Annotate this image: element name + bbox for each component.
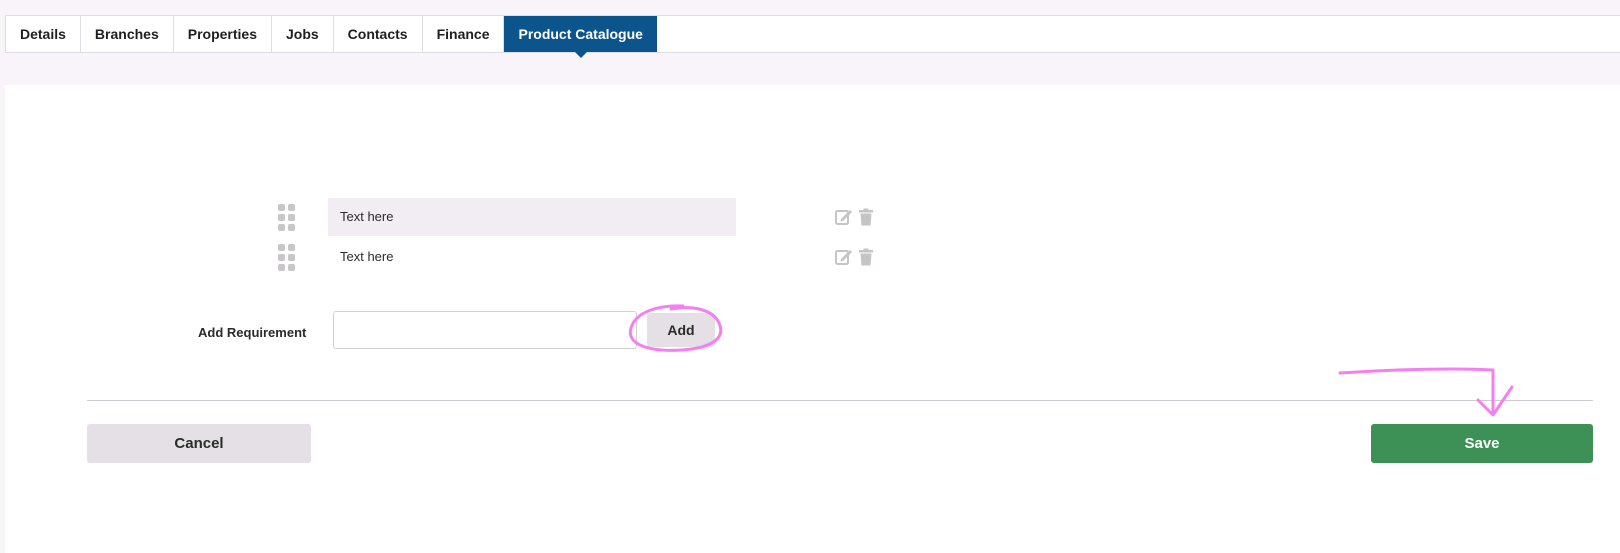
edit-icon[interactable]	[835, 248, 853, 266]
trash-icon[interactable]	[857, 208, 875, 226]
tab-label: Properties	[187, 26, 257, 42]
add-requirement-input[interactable]	[333, 311, 637, 349]
add-button[interactable]: Add	[647, 313, 715, 347]
tab-label: Contacts	[347, 26, 408, 42]
add-requirement-label: Add Requirement	[198, 325, 307, 340]
tab-details[interactable]: Details	[6, 16, 81, 52]
requirement-row: Text here	[278, 238, 878, 276]
tab-properties[interactable]: Properties	[174, 16, 272, 52]
requirement-row: Text here	[278, 198, 878, 236]
tab-label: Details	[20, 26, 66, 42]
row-actions	[835, 248, 879, 268]
save-button[interactable]: Save	[1371, 424, 1593, 463]
tab-label: Product Catalogue	[518, 26, 643, 42]
drag-handle-icon[interactable]	[278, 204, 298, 231]
tab-label: Jobs	[285, 26, 319, 42]
drag-handle-icon[interactable]	[278, 244, 298, 271]
requirement-text: Text here	[340, 249, 394, 264]
row-actions	[835, 208, 879, 228]
tab-finance[interactable]: Finance	[423, 16, 505, 52]
tab-contacts[interactable]: Contacts	[334, 16, 423, 52]
tab-label: Branches	[94, 26, 159, 42]
divider	[87, 400, 1593, 401]
active-tab-caret	[574, 52, 587, 58]
content-panel	[5, 85, 1620, 553]
tab-branches[interactable]: Branches	[81, 16, 174, 52]
tab-product-catalogue[interactable]: Product Catalogue	[504, 16, 657, 58]
tab-label: Finance	[436, 26, 490, 42]
trash-icon[interactable]	[857, 248, 875, 266]
cancel-button[interactable]: Cancel	[87, 424, 311, 463]
edit-icon[interactable]	[835, 208, 853, 226]
tab-bar: Details Branches Properties Jobs Contact…	[5, 15, 1620, 58]
requirement-text: Text here	[328, 198, 736, 236]
tab-jobs[interactable]: Jobs	[272, 16, 334, 52]
